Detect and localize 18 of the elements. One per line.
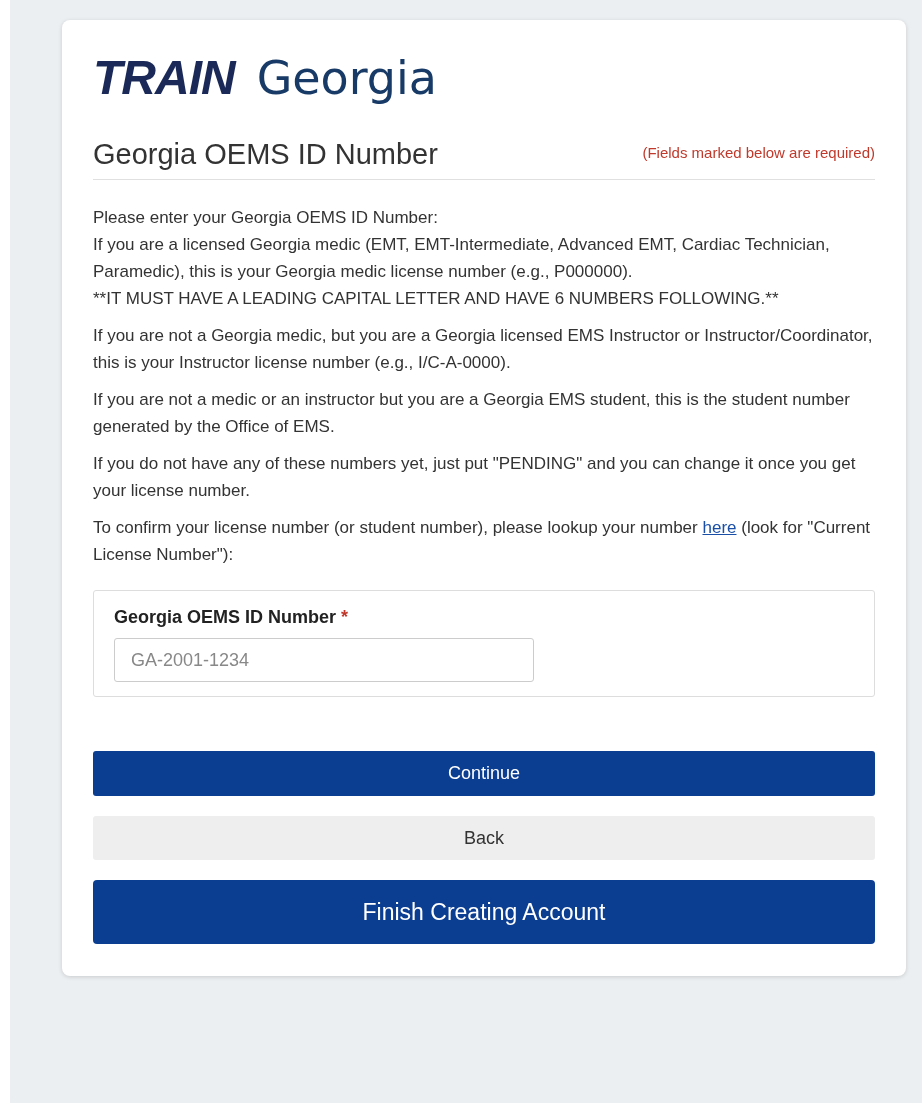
instruction-text: To confirm your license number (or student number), please lookup your number here (look for "Current License Number"): xyxy=(93,517,872,566)
lookup-link[interactable]: here xyxy=(702,518,737,537)
instruction-text: If you are not a medic or an instructor but you are a Georgia EMS student, this is the student number generated by the Office of EMS. xyxy=(93,389,851,438)
back-button[interactable]: Back xyxy=(93,816,875,860)
instruction-text: **IT MUST HAVE A LEADING CAPITAL LETTER AND HAVE 6 NUMBERS FOLLOWING.** xyxy=(93,288,780,310)
id-number-field[interactable]: GA-2001-1234 xyxy=(114,638,534,682)
instruction-text: If you do not have any of these numbers yet, just put "PENDING" and you can change it once you get your license number. xyxy=(93,453,857,502)
required-mark: * xyxy=(341,607,349,628)
required-note: (Fields marked below are required) xyxy=(642,144,875,161)
page-title: Georgia OEMS ID Number xyxy=(93,138,438,171)
continue-button[interactable]: Continue xyxy=(93,751,875,796)
instruction-text: If you are a licensed Georgia medic (EMT, EMT-Intermediate, Advanced EMT, Cardiac Technician, Paramedic), this is your Georgia medic license number (e.g., P000000). xyxy=(93,234,831,283)
instruction-text: Please enter your Georgia OEMS ID Number: xyxy=(93,207,439,229)
logo-region: Georgia xyxy=(256,51,438,105)
logo-brand: TRAIN xyxy=(93,50,235,105)
field-label: Georgia OEMS ID Number xyxy=(114,607,337,628)
finish-button[interactable]: Finish Creating Account xyxy=(93,880,875,944)
instruction-text: If you are not a Georgia medic, but you are a Georgia licensed EMS Instructor or Instructor/Coordinator, this is your Instructor license number (e.g., I/C-A-0000). xyxy=(93,325,874,374)
